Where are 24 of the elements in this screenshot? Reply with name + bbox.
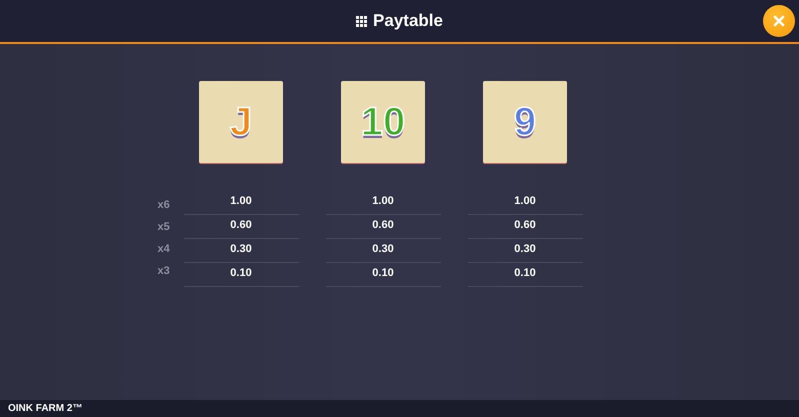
payout-value: 0.10 bbox=[468, 263, 582, 287]
game-name: OINK FARM 2™ bbox=[8, 403, 82, 414]
symbol-glyph: 9 bbox=[514, 100, 536, 144]
payout-value: 0.30 bbox=[326, 239, 440, 263]
multiplier-label: x6 bbox=[158, 198, 171, 213]
symbol-glyph: J bbox=[230, 100, 252, 144]
payout-value: 0.30 bbox=[184, 239, 298, 263]
payout-value: 0.60 bbox=[468, 215, 582, 239]
payout-value: 0.60 bbox=[326, 215, 440, 239]
payout-value: 1.00 bbox=[184, 191, 298, 215]
close-button[interactable] bbox=[763, 5, 795, 37]
paytable-title: Paytable bbox=[373, 11, 443, 31]
symbol-glyph: 10 bbox=[360, 100, 406, 144]
payout-value: 1.00 bbox=[326, 191, 440, 215]
payout-value: 1.00 bbox=[468, 191, 582, 215]
multiplier-label: x3 bbox=[158, 264, 171, 279]
payout-value: 0.30 bbox=[468, 239, 582, 263]
multiplier-label: x5 bbox=[158, 220, 171, 235]
multiplier-label: x4 bbox=[158, 242, 171, 257]
payout-value: 0.60 bbox=[184, 215, 298, 239]
payout-value: 0.10 bbox=[184, 263, 298, 287]
payout-value: 0.10 bbox=[326, 263, 440, 287]
close-icon bbox=[773, 15, 785, 27]
grid-icon bbox=[356, 16, 368, 26]
